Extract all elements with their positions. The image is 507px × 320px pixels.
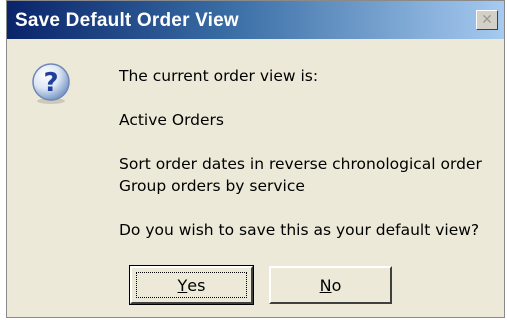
dialog-title: Save Default Order View (15, 10, 239, 31)
question-icon: ? (32, 63, 70, 104)
message-intro: The current order view is: (119, 67, 319, 85)
message-question: Do you wish to save this as your default… (119, 221, 480, 239)
close-button[interactable]: ✕ (476, 10, 498, 30)
svg-text:?: ? (43, 68, 58, 98)
no-button[interactable]: No (269, 266, 392, 304)
yes-button-label: es (187, 275, 206, 295)
no-button-label: o (331, 275, 342, 295)
title-bar[interactable]: Save Default Order View ✕ (7, 1, 504, 39)
no-button-accel: N (319, 275, 332, 295)
message-view-name: Active Orders (119, 111, 224, 129)
yes-button-accel: Y (177, 275, 188, 295)
save-default-order-view-dialog: Save Default Order View ✕ ? The current … (6, 0, 505, 318)
close-icon: ✕ (481, 12, 493, 28)
message-sort-line: Sort order dates in reverse chronologica… (119, 155, 482, 173)
message-group-line: Group orders by service (119, 177, 305, 195)
yes-button[interactable]: Yes (129, 265, 254, 305)
